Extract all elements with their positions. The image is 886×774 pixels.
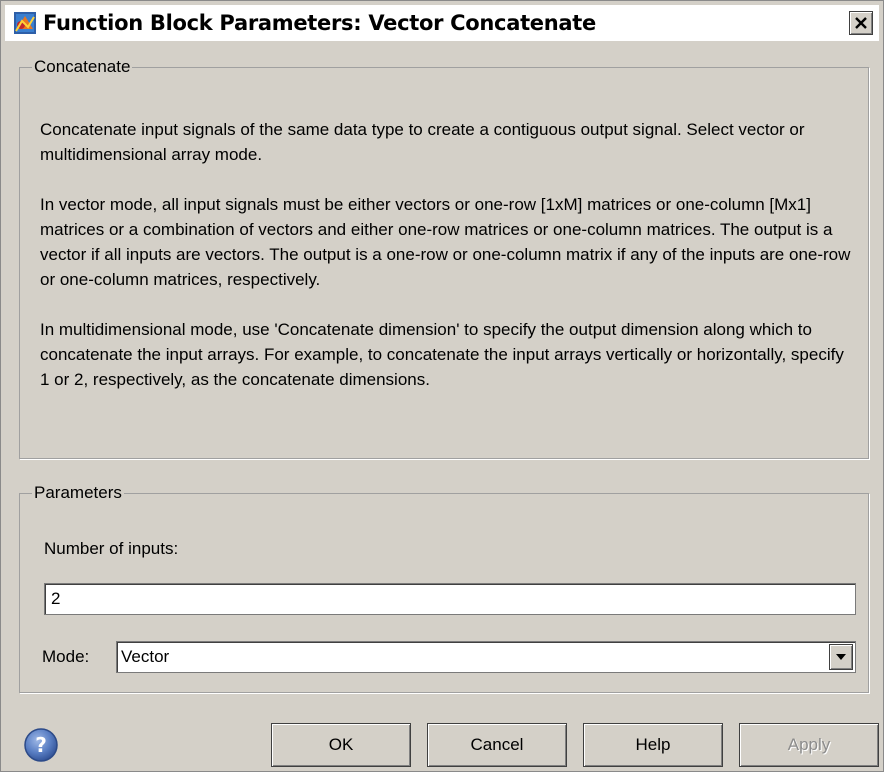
description-paragraph: In vector mode, all input signals must b… xyxy=(40,195,851,289)
svg-text:?: ? xyxy=(35,733,47,757)
concatenate-legend: Concatenate xyxy=(34,57,131,76)
num-inputs-field[interactable]: 2 xyxy=(44,583,856,615)
title-bar[interactable]: Function Block Parameters: Vector Concat… xyxy=(5,5,879,41)
simulink-block-icon xyxy=(14,12,36,34)
window-title: Function Block Parameters: Vector Concat… xyxy=(43,11,596,35)
ok-button[interactable]: OK xyxy=(271,723,411,767)
apply-button[interactable]: Apply xyxy=(739,723,879,767)
description-paragraph: Concatenate input signals of the same da… xyxy=(40,120,805,164)
concatenate-group: Concatenate Concatenate input signals of… xyxy=(19,57,869,459)
mode-selected-value: Vector xyxy=(121,647,170,666)
description-paragraph: In multidimensional mode, use 'Concatena… xyxy=(40,320,844,389)
close-icon xyxy=(855,17,867,29)
help-button[interactable]: Help xyxy=(583,723,723,767)
parameters-legend: Parameters xyxy=(34,483,122,502)
dialog-window: Function Block Parameters: Vector Concat… xyxy=(0,0,884,772)
mode-dropdown-button[interactable] xyxy=(829,644,853,670)
description-text: Concatenate input signals of the same da… xyxy=(40,117,852,417)
mode-label: Mode: xyxy=(42,647,90,666)
cancel-button[interactable]: Cancel xyxy=(427,723,567,767)
help-question-icon[interactable]: ? xyxy=(23,727,59,763)
num-inputs-label: Number of inputs: xyxy=(44,539,179,558)
parameters-group: Parameters Number of inputs: 2 Mode: Vec… xyxy=(19,483,869,693)
chevron-down-icon xyxy=(836,654,846,660)
close-button[interactable] xyxy=(849,11,873,35)
mode-select[interactable]: Vector xyxy=(116,641,856,673)
